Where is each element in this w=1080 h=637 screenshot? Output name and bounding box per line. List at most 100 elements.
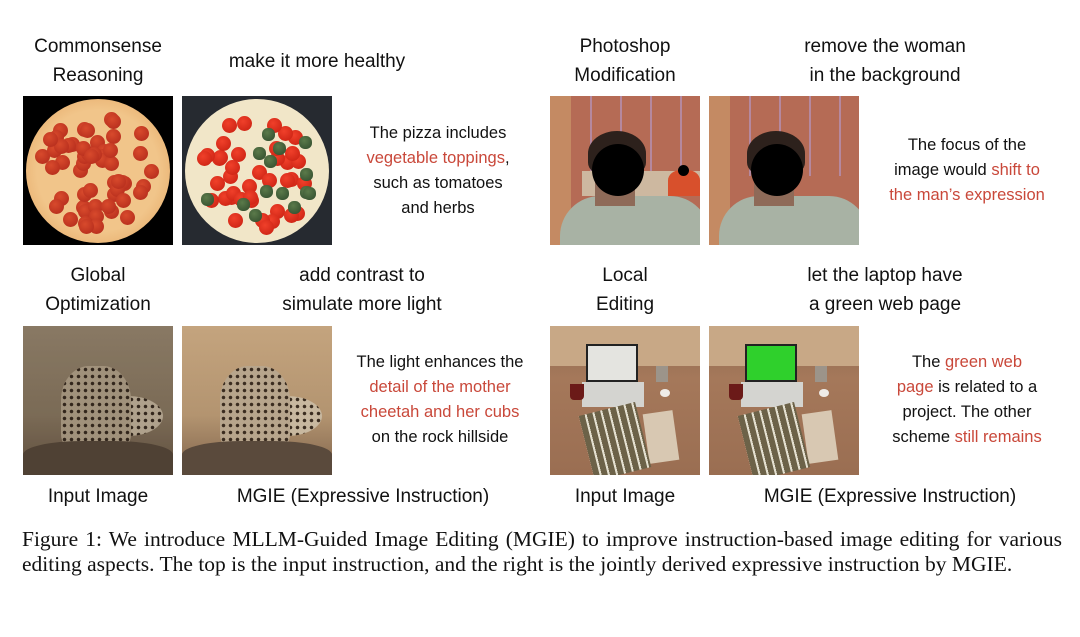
broccoli-floret	[300, 168, 314, 182]
instruction-label-healthy: make it more healthy	[182, 47, 452, 76]
input-image-pizza-pepperoni	[23, 96, 173, 245]
footer-input-image-left: Input Image	[47, 486, 149, 507]
aspect-label-local-editing: Local Editing	[530, 261, 720, 319]
laptop-screen	[588, 346, 636, 380]
footer-mgie-left: MGIE (Expressive Instruction)	[236, 486, 490, 507]
pepperoni-slice	[132, 184, 148, 200]
pepperoni-slice	[83, 182, 99, 198]
highlight-phrase: detail of the mother	[369, 378, 511, 396]
broccoli-floret	[248, 209, 262, 223]
aspect-label-photoshop-modification: Photoshop Modification	[530, 32, 720, 90]
instruction-line: remove the woman	[804, 36, 966, 57]
background-woman-face-mask	[678, 165, 689, 176]
output-image-desk-laptop-green	[709, 326, 859, 475]
notebook	[578, 401, 652, 475]
highlight-phrase: still remains	[954, 428, 1042, 446]
curtain-stripe	[809, 96, 811, 176]
highlight-phrase: shift to	[991, 161, 1040, 179]
broccoli-floret	[298, 135, 312, 149]
dark-overlay	[23, 326, 173, 475]
output-image-man-woman-removed	[709, 96, 859, 245]
expressive-line: project. The other	[902, 403, 1032, 421]
broccoli-floret	[200, 192, 214, 206]
tomato-slice	[258, 219, 274, 235]
face-mask	[751, 144, 803, 196]
expressive-line: scheme still remains	[862, 425, 1072, 450]
pepperoni-slice	[120, 209, 136, 225]
broccoli-floret	[262, 127, 276, 141]
expressive-instruction-green-web-page: The green web page is related to a proje…	[862, 350, 1072, 450]
pepperoni-slice	[79, 122, 95, 138]
instruction-line: a green web page	[808, 294, 962, 315]
expressive-line: page is related to a	[862, 375, 1072, 400]
expressive-line: on the rock hillside	[371, 428, 509, 446]
expressive-line: The light enhances the	[356, 353, 524, 371]
broccoli-floret	[273, 141, 287, 155]
pepperoni-slice	[62, 211, 78, 227]
expressive-text: scheme	[892, 428, 955, 446]
glass	[815, 366, 827, 382]
input-image-cheetah-dark	[23, 326, 173, 475]
expressive-text: image would	[894, 161, 992, 179]
mug	[729, 384, 743, 400]
mouse	[660, 389, 670, 397]
aspect-label-line: Photoshop	[579, 36, 671, 57]
instruction-label-green-web-page: let the laptop have a green web page	[750, 261, 1020, 319]
expressive-line: and herbs	[401, 199, 475, 217]
expressive-instruction-remove-woman: The focus of the image would shift to th…	[862, 133, 1072, 208]
pepperoni-slice	[133, 145, 148, 161]
input-image-desk-laptop	[550, 326, 700, 475]
tomato-slice	[209, 175, 225, 191]
tomato-slice	[213, 149, 229, 165]
footer-input-image-right: Input Image	[574, 486, 676, 507]
highlight-phrase: green web	[944, 353, 1023, 371]
laptop	[745, 344, 797, 382]
aspect-label-commonsense-reasoning: Commonsense Reasoning	[8, 32, 188, 90]
highlight-phrase: cheetah and her cubs	[360, 403, 520, 421]
tomato-slice	[216, 135, 232, 151]
expressive-line: vegetable toppings,	[334, 146, 542, 171]
instruction-line: in the background	[809, 65, 961, 86]
pepperoni-slice	[105, 128, 121, 144]
instruction-line: add contrast to	[299, 265, 425, 286]
tomato-slice	[237, 115, 253, 131]
expressive-text: ,	[504, 149, 510, 167]
notebook	[737, 401, 811, 475]
broccoli-floret	[236, 198, 250, 212]
broccoli-floret	[287, 201, 301, 215]
figure-caption: Figure 1: We introduce MLLM-Guided Image…	[22, 527, 1062, 576]
output-image-cheetah-bright	[182, 326, 332, 475]
instruction-label-add-contrast: add contrast to simulate more light	[222, 261, 502, 319]
instruction-line: simulate more light	[282, 294, 442, 315]
broccoli-floret	[252, 147, 266, 161]
output-image-pizza-vegetable	[182, 96, 332, 245]
aspect-label-line: Optimization	[45, 294, 151, 315]
laptop	[586, 344, 638, 382]
curtain-stripe	[650, 96, 652, 176]
instruction-line: let the laptop have	[807, 265, 963, 286]
instruction-label-remove-woman: remove the woman in the background	[750, 32, 1020, 90]
aspect-label-line: Modification	[574, 65, 676, 86]
expressive-text: The	[911, 353, 945, 371]
footer-mgie-right: MGIE (Expressive Instruction)	[763, 486, 1017, 507]
pepperoni-slice	[115, 192, 131, 208]
aspect-label-line: Editing	[595, 294, 655, 315]
expressive-line: such as tomatoes	[373, 174, 503, 192]
laptop-screen-green	[747, 346, 795, 380]
broccoli-floret	[264, 154, 278, 168]
mug	[570, 384, 584, 400]
expressive-instruction-healthy: The pizza includes vegetable toppings, s…	[334, 121, 542, 221]
rock-hillside	[182, 441, 332, 475]
broccoli-floret	[302, 186, 316, 200]
tomato-slice	[227, 212, 243, 228]
expressive-line: The pizza includes	[369, 124, 507, 142]
tomato-slice	[284, 145, 300, 161]
instruction-line: make it more healthy	[228, 51, 406, 72]
aspect-label-global-optimization: Global Optimization	[8, 261, 188, 319]
aspect-label-line: Global	[70, 265, 126, 286]
mouse	[819, 389, 829, 397]
broccoli-floret	[260, 185, 273, 199]
pepperoni-slice	[49, 198, 65, 214]
pepperoni-slice	[144, 163, 160, 179]
pepperoni-slice	[100, 198, 116, 214]
